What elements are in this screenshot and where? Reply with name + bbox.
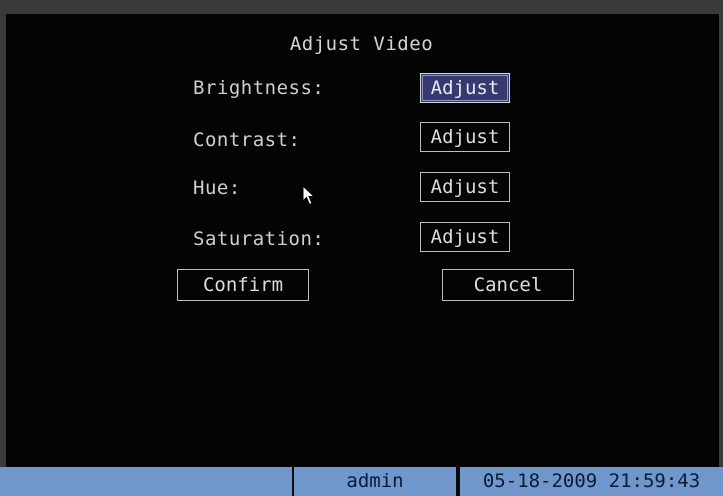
status-bar: admin 05-18-2009 21:59:43 <box>0 467 723 496</box>
screen-top-border <box>0 0 723 14</box>
screen-left-border <box>0 0 6 496</box>
hue-adjust-button[interactable]: Adjust <box>420 172 510 202</box>
screen-right-border <box>719 0 723 496</box>
confirm-button[interactable]: Confirm <box>177 269 309 301</box>
dialog-title: Adjust Video <box>289 33 434 55</box>
status-user: admin <box>292 467 456 496</box>
status-datetime: 05-18-2009 21:59:43 <box>456 467 723 496</box>
contrast-adjust-button[interactable]: Adjust <box>420 122 510 152</box>
hue-label: Hue: <box>193 177 241 199</box>
saturation-label: Saturation: <box>193 228 325 250</box>
brightness-label: Brightness: <box>193 77 325 99</box>
brightness-adjust-button[interactable]: Adjust <box>420 73 510 103</box>
cancel-button[interactable]: Cancel <box>442 269 574 301</box>
contrast-label: Contrast: <box>193 129 301 151</box>
mouse-pointer-icon <box>302 185 316 206</box>
saturation-adjust-button[interactable]: Adjust <box>420 222 510 252</box>
status-empty-segment <box>0 467 292 496</box>
dvr-screen: Adjust Video Brightness: Adjust Contrast… <box>0 0 723 496</box>
